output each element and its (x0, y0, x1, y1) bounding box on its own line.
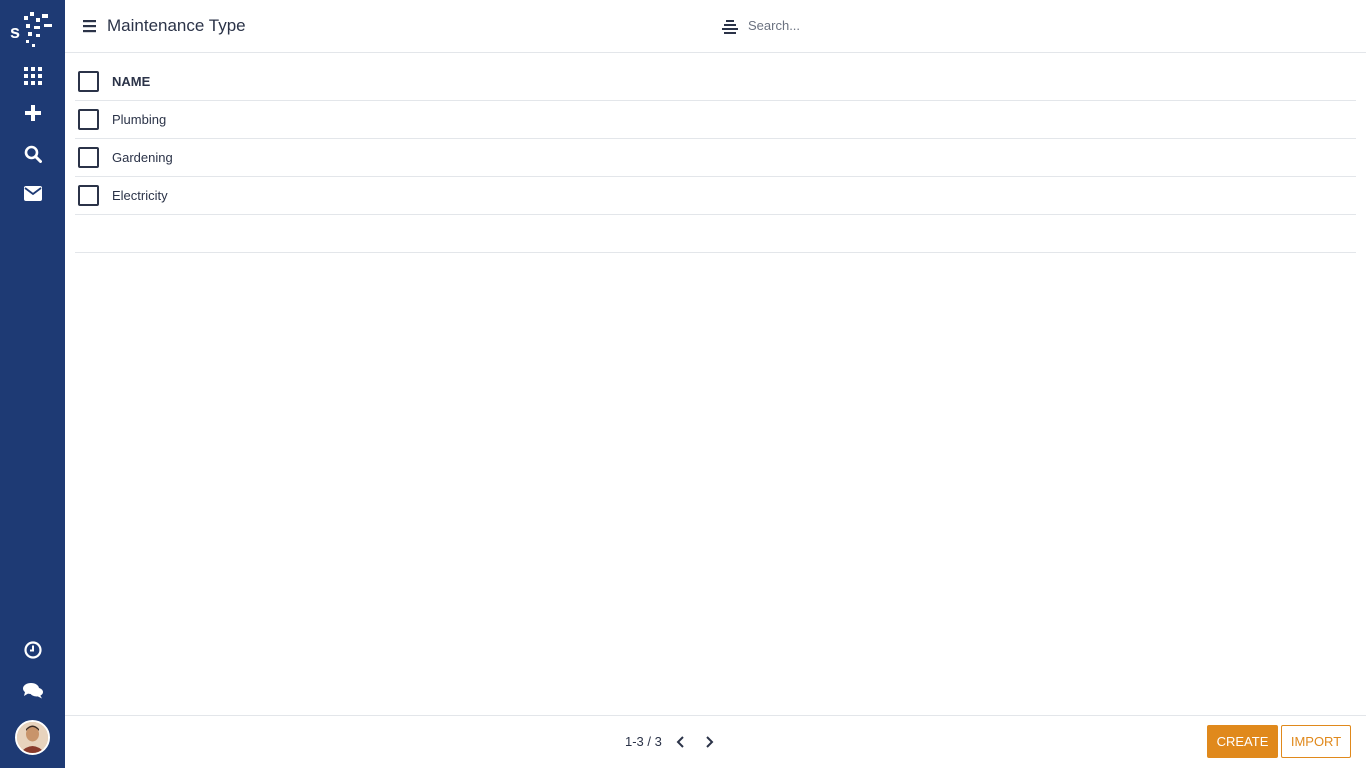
svg-text:s: s (10, 22, 20, 42)
quick-create-button[interactable] (0, 97, 65, 133)
empty-row (75, 215, 1356, 253)
top-bar: Maintenance Type (65, 0, 1366, 53)
apps-grid-icon (23, 66, 42, 90)
filter-icon[interactable] (721, 18, 741, 36)
records-list: NAME Plumbing Gardening Electricity (75, 63, 1356, 253)
app-logo[interactable]: s (8, 10, 58, 50)
table-row[interactable]: Electricity (75, 177, 1356, 215)
global-search-button[interactable] (0, 138, 65, 174)
chevron-right-icon (702, 736, 716, 753)
row-name[interactable]: Gardening (112, 150, 173, 165)
messages-button[interactable] (0, 178, 65, 214)
history-button[interactable] (0, 634, 65, 670)
table-row[interactable]: Plumbing (75, 101, 1356, 139)
clock-icon (23, 640, 42, 664)
search-input[interactable] (748, 14, 1048, 36)
row-name[interactable]: Plumbing (112, 112, 166, 127)
row-checkbox[interactable] (78, 185, 99, 206)
page-title: Maintenance Type (107, 16, 246, 35)
import-button[interactable]: IMPORT (1281, 725, 1351, 758)
sidebar: s (0, 0, 65, 768)
row-name[interactable]: Electricity (112, 188, 168, 203)
row-checkbox[interactable] (78, 109, 99, 130)
next-page-button[interactable] (702, 735, 716, 749)
column-header-name[interactable]: NAME (112, 74, 150, 89)
pagination-label: 1-3 / 3 (625, 734, 662, 749)
table-row[interactable]: Gardening (75, 139, 1356, 177)
mail-icon (23, 186, 42, 206)
select-all-checkbox[interactable] (78, 71, 99, 92)
create-button[interactable]: CREATE (1207, 725, 1278, 758)
previous-page-button[interactable] (674, 735, 688, 749)
chevron-left-icon (674, 736, 688, 753)
hamburger-menu-icon[interactable] (81, 18, 99, 34)
table-header-row: NAME (75, 63, 1356, 101)
apps-button[interactable] (0, 60, 65, 96)
user-avatar[interactable] (15, 720, 50, 755)
search-icon (24, 145, 42, 168)
plus-icon (24, 104, 41, 126)
chat-button[interactable] (0, 675, 65, 711)
footer-bar: 1-3 / 3 CREATE IMPORT (65, 715, 1366, 768)
chat-icon (22, 682, 43, 704)
row-checkbox[interactable] (78, 147, 99, 168)
